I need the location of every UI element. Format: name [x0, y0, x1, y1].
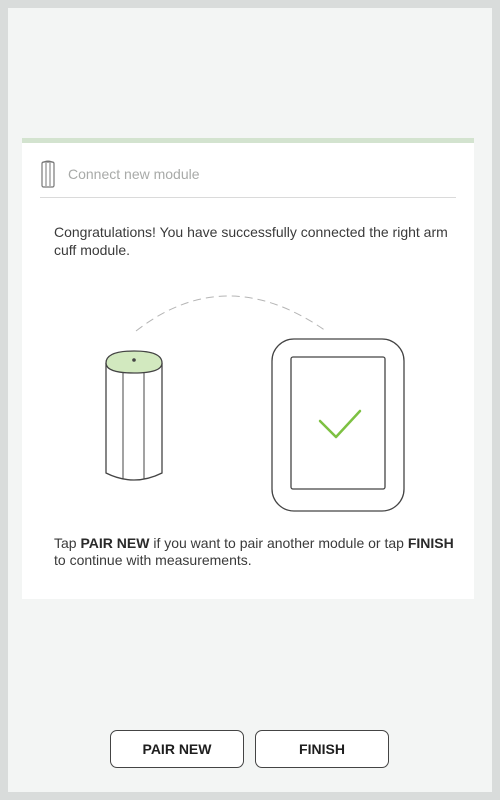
pair-new-button[interactable]: PAIR NEW — [110, 730, 244, 768]
module-device-icon — [105, 350, 163, 481]
card-header: Connect new module — [40, 157, 456, 198]
pair-new-keyword: PAIR NEW — [80, 535, 150, 551]
instruction-text: Tap PAIR NEW if you want to pair another… — [54, 535, 454, 568]
pairing-illustration — [105, 295, 405, 512]
connect-module-card: Connect new module Congratulations! You … — [22, 138, 474, 599]
finish-keyword: FINISH — [407, 535, 454, 551]
tablet-device-icon — [271, 338, 405, 512]
card-title: Connect new module — [68, 166, 200, 182]
finish-button[interactable]: FINISH — [255, 730, 389, 768]
module-icon — [41, 160, 55, 188]
success-message: Congratulations! You have successfully c… — [54, 224, 448, 258]
connection-arc — [135, 295, 327, 332]
